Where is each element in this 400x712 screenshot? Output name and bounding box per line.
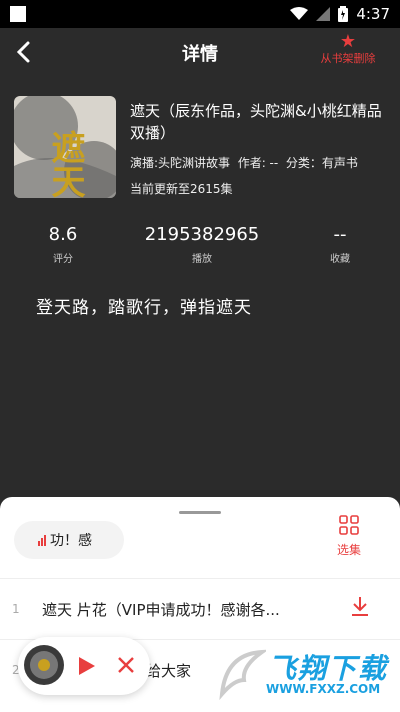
now-playing-text: 功！感	[50, 533, 92, 549]
episode-row[interactable]: 1 遮天 片花（VIP申请成功！感谢各...	[0, 579, 400, 639]
stat-plays: 2195382965 播放	[132, 224, 272, 265]
watermark-title: 飞翔下载	[268, 652, 389, 685]
play-button[interactable]	[76, 656, 96, 680]
select-episodes-button[interactable]: 选集	[328, 515, 370, 558]
close-player-button[interactable]	[116, 655, 136, 679]
clock-time: 4:37	[356, 5, 390, 23]
play-icon	[79, 657, 95, 675]
grid-icon	[339, 515, 359, 535]
sheet-drag-handle[interactable]	[179, 511, 221, 514]
remove-from-shelf-button[interactable]: ★ 从书架删除	[308, 32, 388, 66]
update-status: 当前更新至2615集	[130, 182, 233, 196]
book-cover: 遮天	[14, 96, 116, 198]
episode-title: 遮天 片花（VIP申请成功！感谢各...	[42, 600, 280, 619]
book-description: 登天路，踏歌行，弹指遮天	[36, 298, 252, 318]
stat-label: 播放	[192, 254, 212, 265]
category: 分类：有声书	[285, 156, 358, 170]
book-meta-line: 演播:头陀渊讲故事 作者: -- 分类：有声书	[130, 154, 358, 171]
wifi-icon	[290, 7, 309, 21]
watermark-url: WWW.FXXZ.COM	[266, 682, 381, 696]
now-playing-pill[interactable]: 功！感	[14, 521, 124, 559]
download-icon	[352, 597, 368, 616]
app-bar: 详情 ★ 从书架删除	[0, 28, 400, 76]
remove-from-shelf-label: 从书架删除	[320, 52, 376, 65]
svg-text:遮天: 遮天	[45, 129, 85, 198]
close-icon	[118, 657, 134, 673]
narrator: 演播:头陀渊讲故事	[130, 156, 231, 170]
stat-label: 评分	[53, 254, 73, 265]
stat-value: --	[333, 224, 347, 245]
stat-value: 8.6	[48, 224, 78, 245]
watermark-logo-icon	[216, 646, 269, 706]
signal-icon	[316, 7, 331, 21]
select-episodes-label: 选集	[336, 543, 361, 557]
episode-title: 给大家	[146, 661, 192, 680]
episode-index: 1	[12, 602, 20, 616]
stat-rating: 8.6 评分	[25, 224, 101, 265]
battery-icon	[338, 6, 349, 22]
mini-player-cover[interactable]	[24, 645, 64, 685]
audio-bars-icon	[38, 534, 46, 546]
book-title: 遮天（辰东作品，头陀渊&小桃红精品双播）	[130, 102, 382, 142]
stat-label: 收藏	[330, 254, 350, 265]
status-bar: 4:37	[0, 0, 400, 28]
stat-favorites: -- 收藏	[300, 224, 380, 265]
download-button[interactable]	[350, 595, 370, 621]
stat-value: 2195382965	[144, 224, 260, 245]
star-icon: ★	[339, 31, 357, 52]
mini-player[interactable]	[18, 637, 150, 695]
author: 作者: --	[237, 156, 279, 170]
notification-icon	[10, 6, 26, 22]
